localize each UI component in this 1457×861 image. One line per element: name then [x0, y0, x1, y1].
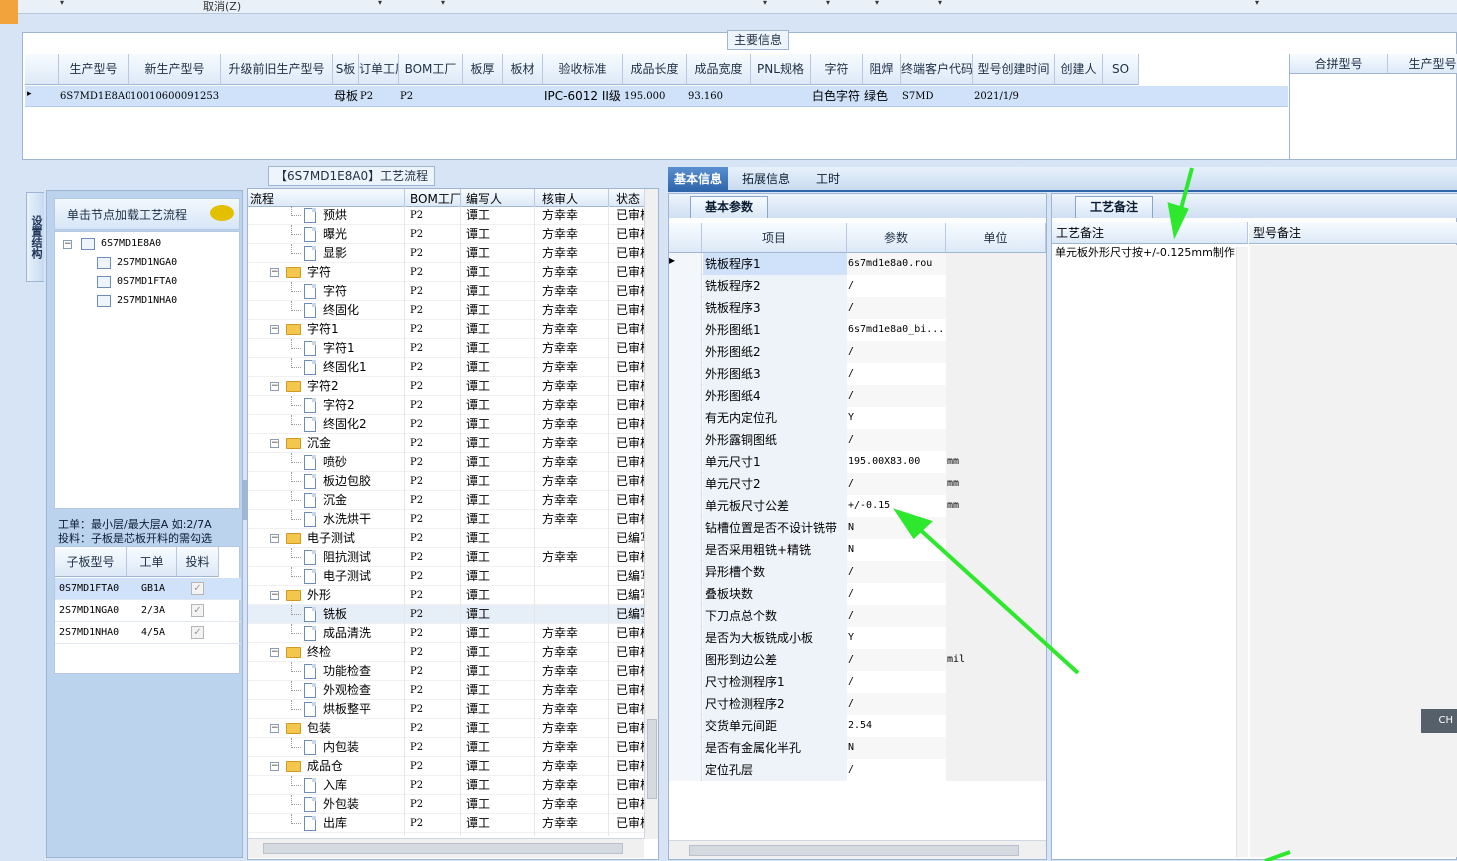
corner-arrow [1264, 850, 1291, 861]
annotation-arrows [893, 167, 1291, 861]
arrow-to-remark-head [1167, 202, 1189, 240]
arrow-to-tolerance [913, 523, 1080, 675]
